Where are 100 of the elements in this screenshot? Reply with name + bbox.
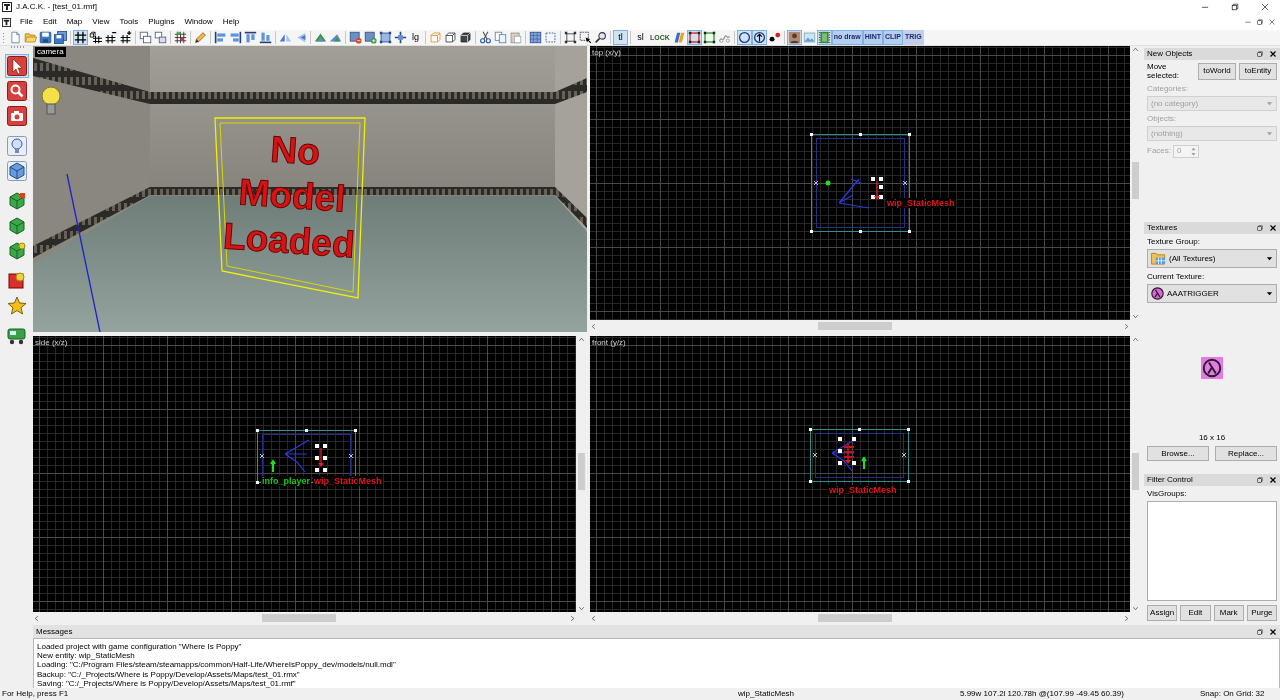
- edit-button[interactable]: Edit: [1180, 605, 1211, 621]
- scroll-down-icon[interactable]: [1132, 313, 1139, 320]
- grid-marker-icon[interactable]: [173, 30, 188, 45]
- align-right-icon[interactable]: [228, 30, 243, 45]
- menu-item[interactable]: Map: [61, 16, 88, 28]
- close-icon[interactable]: [1269, 224, 1277, 232]
- scroll-thumb[interactable]: [1132, 162, 1139, 199]
- menu-item[interactable]: View: [87, 16, 115, 28]
- restore-icon[interactable]: [1256, 476, 1264, 484]
- align-top-icon[interactable]: [243, 30, 258, 45]
- pencil-icon[interactable]: [193, 30, 208, 45]
- scroll-up-icon[interactable]: [1132, 46, 1139, 53]
- scroll-left-icon[interactable]: [590, 614, 597, 622]
- toolbar-button[interactable]: sl: [633, 30, 648, 45]
- scroll-left-icon[interactable]: [33, 614, 40, 622]
- grid-minus-icon[interactable]: [103, 30, 118, 45]
- save-icon[interactable]: [38, 30, 53, 45]
- restore-icon[interactable]: [1256, 18, 1264, 26]
- mark-button[interactable]: Mark: [1213, 605, 1244, 621]
- to-world-button[interactable]: toWorld: [1198, 62, 1236, 80]
- vertex-frame-icon[interactable]: [686, 30, 702, 45]
- person-icon[interactable]: [786, 30, 802, 45]
- scroll-down-icon[interactable]: [1132, 605, 1139, 612]
- cube-icon[interactable]: [4, 159, 29, 183]
- ungroup-icon[interactable]: [153, 30, 168, 45]
- scroll-thumb[interactable]: [578, 453, 585, 490]
- caret-icon[interactable]: [1266, 290, 1273, 297]
- restore-icon[interactable]: [1230, 2, 1240, 12]
- close-icon[interactable]: [1260, 2, 1270, 12]
- viewport-label[interactable]: front (y/z): [592, 338, 626, 347]
- align-bottom-icon[interactable]: [258, 30, 273, 45]
- caret-icon[interactable]: [1266, 255, 1273, 262]
- viewport-label[interactable]: top (x/y): [592, 48, 621, 57]
- to-entity-button[interactable]: toEntity: [1239, 62, 1277, 80]
- scroll-left-icon[interactable]: [590, 322, 597, 330]
- player-start-drawing: [831, 438, 867, 472]
- scissors-icon[interactable]: [478, 30, 493, 45]
- grid-viewport[interactable]: top (x/y) wip_StaticMesh: [590, 46, 1130, 320]
- scroll-thumb[interactable]: [1132, 453, 1139, 490]
- scroll-thumb[interactable]: [817, 614, 892, 622]
- menu-item[interactable]: Plugins: [143, 16, 180, 28]
- grid-viewport[interactable]: side (x/z) info_player wip_StaticMesh: [33, 336, 576, 612]
- replace-button[interactable]: Replace...: [1215, 446, 1277, 461]
- triangle-icon[interactable]: [313, 30, 328, 45]
- circle-arrow-icon[interactable]: [751, 30, 767, 45]
- camera-icon[interactable]: [4, 104, 29, 128]
- assign-button[interactable]: Assign: [1147, 605, 1178, 621]
- grid-square-icon[interactable]: [528, 30, 543, 45]
- grid-cube-icon[interactable]: [88, 30, 103, 45]
- close-icon[interactable]: [1269, 50, 1277, 58]
- copy-icon[interactable]: [493, 30, 508, 45]
- scroll-down-icon[interactable]: [578, 605, 585, 612]
- browse-button[interactable]: Browse...: [1147, 446, 1209, 461]
- solid-cube-icon[interactable]: [458, 30, 473, 45]
- lightbulb-icon[interactable]: [4, 134, 29, 158]
- group-icon[interactable]: [138, 30, 153, 45]
- save-all-icon[interactable]: [53, 30, 68, 45]
- film-icon[interactable]: [816, 30, 832, 45]
- frame-icon[interactable]: [563, 30, 578, 45]
- grid-plus-icon[interactable]: [118, 30, 133, 45]
- magnifier-icon[interactable]: [4, 79, 29, 103]
- selection-frame-icon[interactable]: [378, 30, 393, 45]
- box-minus-icon[interactable]: [348, 30, 363, 45]
- scroll-thumb[interactable]: [817, 322, 892, 330]
- grid-viewport[interactable]: front (y/z) wip_StaticMesh: [590, 336, 1130, 612]
- select-arrow-icon[interactable]: [578, 30, 593, 45]
- wire-cube-icon[interactable]: [443, 30, 458, 45]
- scroll-right-icon[interactable]: [569, 614, 576, 622]
- grid-icon[interactable]: [73, 30, 88, 45]
- scroll-right-icon[interactable]: [1123, 614, 1130, 622]
- scroll-right-icon[interactable]: [1123, 322, 1130, 330]
- arrow-icon[interactable]: [4, 54, 29, 78]
- menu-item[interactable]: Tools: [114, 16, 144, 28]
- toolbar-button[interactable]: lg: [408, 30, 423, 45]
- purge-button[interactable]: Purge: [1246, 605, 1277, 621]
- scroll-thumb[interactable]: [262, 614, 337, 622]
- texture-group-dropdown[interactable]: (All Textures): [1147, 249, 1277, 268]
- current-texture-dropdown[interactable]: AAATRIGGER: [1147, 284, 1277, 303]
- restore-icon[interactable]: [1256, 224, 1264, 232]
- toolbar-button[interactable]: tl: [613, 30, 628, 45]
- menu-item[interactable]: File: [15, 16, 38, 28]
- scroll-up-icon[interactable]: [1132, 336, 1139, 343]
- menu-item[interactable]: Help: [217, 16, 245, 28]
- move-cross-icon[interactable]: [393, 30, 408, 45]
- circle-icon[interactable]: [736, 30, 752, 45]
- align-left-icon[interactable]: [213, 30, 228, 45]
- app-icon[interactable]: [2, 17, 11, 27]
- viewport-label[interactable]: side (x/z): [35, 338, 68, 347]
- box-plus-icon[interactable]: [363, 30, 378, 45]
- close-icon[interactable]: [1269, 627, 1277, 636]
- menu-item[interactable]: Edit: [37, 16, 62, 28]
- panel-title: Messages: [36, 625, 73, 638]
- restore-icon[interactable]: [1256, 627, 1264, 636]
- close-icon[interactable]: [1269, 476, 1277, 484]
- edge-frame-icon[interactable]: [701, 30, 717, 45]
- scroll-up-icon[interactable]: [578, 336, 585, 343]
- viewport-label[interactable]: camera: [35, 47, 66, 57]
- menu-item[interactable]: Window: [179, 16, 218, 28]
- magnifier-icon[interactable]: [593, 30, 608, 45]
- restore-icon[interactable]: [1256, 50, 1264, 58]
